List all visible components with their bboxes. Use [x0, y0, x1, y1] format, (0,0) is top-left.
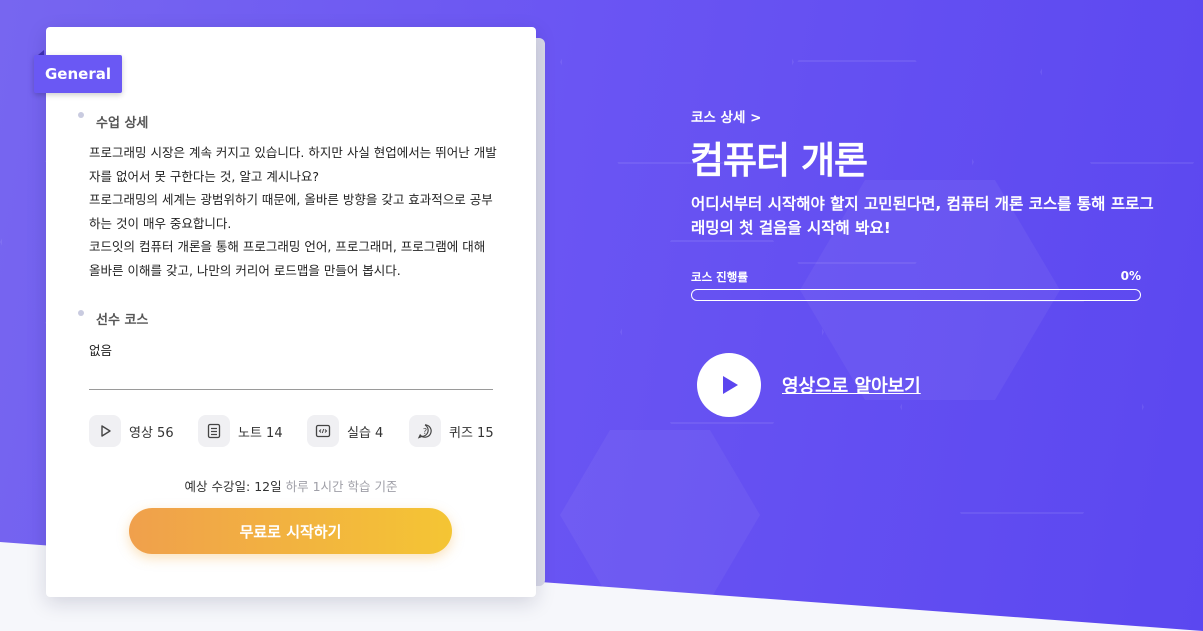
category-tag: General [34, 55, 122, 93]
bullet-dot [78, 112, 84, 118]
stat-label: 노트 14 [238, 425, 283, 441]
prereq-value: 없음 [89, 343, 113, 358]
course-subtitle: 어디서부터 시작해야 할지 고민된다면, 컴퓨터 개론 코스를 통해 프로그래밍… [691, 195, 1154, 237]
video-link[interactable]: 영상으로 알아보기 [782, 372, 921, 398]
bullet-dot [78, 310, 84, 316]
hex-decoration [560, 430, 760, 600]
duration-note: 하루 1시간 학습 기준 [285, 479, 398, 494]
play-icon [89, 415, 121, 447]
description-paragraph: 프로그래밍 시장은 계속 커지고 있습니다. 하지만 사실 현업에서는 뛰어난 … [89, 145, 497, 184]
progress-bar [691, 289, 1141, 301]
divider [89, 389, 493, 390]
quiz-icon: ? [409, 415, 441, 447]
page-title: 컴퓨터 개론 [690, 139, 868, 182]
stat-label: 영상 56 [129, 425, 174, 441]
play-icon [723, 376, 738, 394]
note-icon [198, 415, 230, 447]
course-description: 프로그래밍 시장은 계속 커지고 있습니다. 하지만 사실 현업에서는 뛰어난 … [89, 141, 499, 282]
progress-label: 코스 진행률 [691, 270, 748, 284]
estimated-duration: 예상 수강일: 12일 하루 1시간 학습 기준 [0, 476, 582, 495]
start-free-button[interactable]: 무료로 시작하기 [129, 508, 452, 554]
duration-main: 예상 수강일: 12일 [184, 479, 282, 494]
svg-text:?: ? [423, 427, 427, 436]
stat-quizzes: ? 퀴즈 15 [409, 415, 494, 447]
description-paragraph: 프로그래밍의 세계는 광범위하기 때문에, 올바른 방향을 갖고 효과적으로 공… [89, 192, 493, 231]
stat-label: 실습 4 [347, 425, 384, 441]
description-title: 수업 상세 [96, 116, 149, 131]
description-paragraph: 코드잇의 컴퓨터 개론을 통해 프로그래밍 언어, 프로그래머, 프로그램에 대… [89, 239, 486, 278]
progress-value: 0% [1120, 269, 1141, 283]
breadcrumb[interactable]: 코스 상세 > [691, 106, 761, 126]
prereq-title: 선수 코스 [96, 313, 149, 328]
stat-notes: 노트 14 [198, 415, 283, 447]
stat-label: 퀴즈 15 [449, 425, 494, 441]
stat-exercises: 실습 4 [307, 415, 383, 447]
stat-videos: 영상 56 [89, 415, 174, 447]
play-video-button[interactable] [697, 353, 761, 417]
code-icon [307, 415, 339, 447]
hex-decoration [1040, 0, 1203, 164]
